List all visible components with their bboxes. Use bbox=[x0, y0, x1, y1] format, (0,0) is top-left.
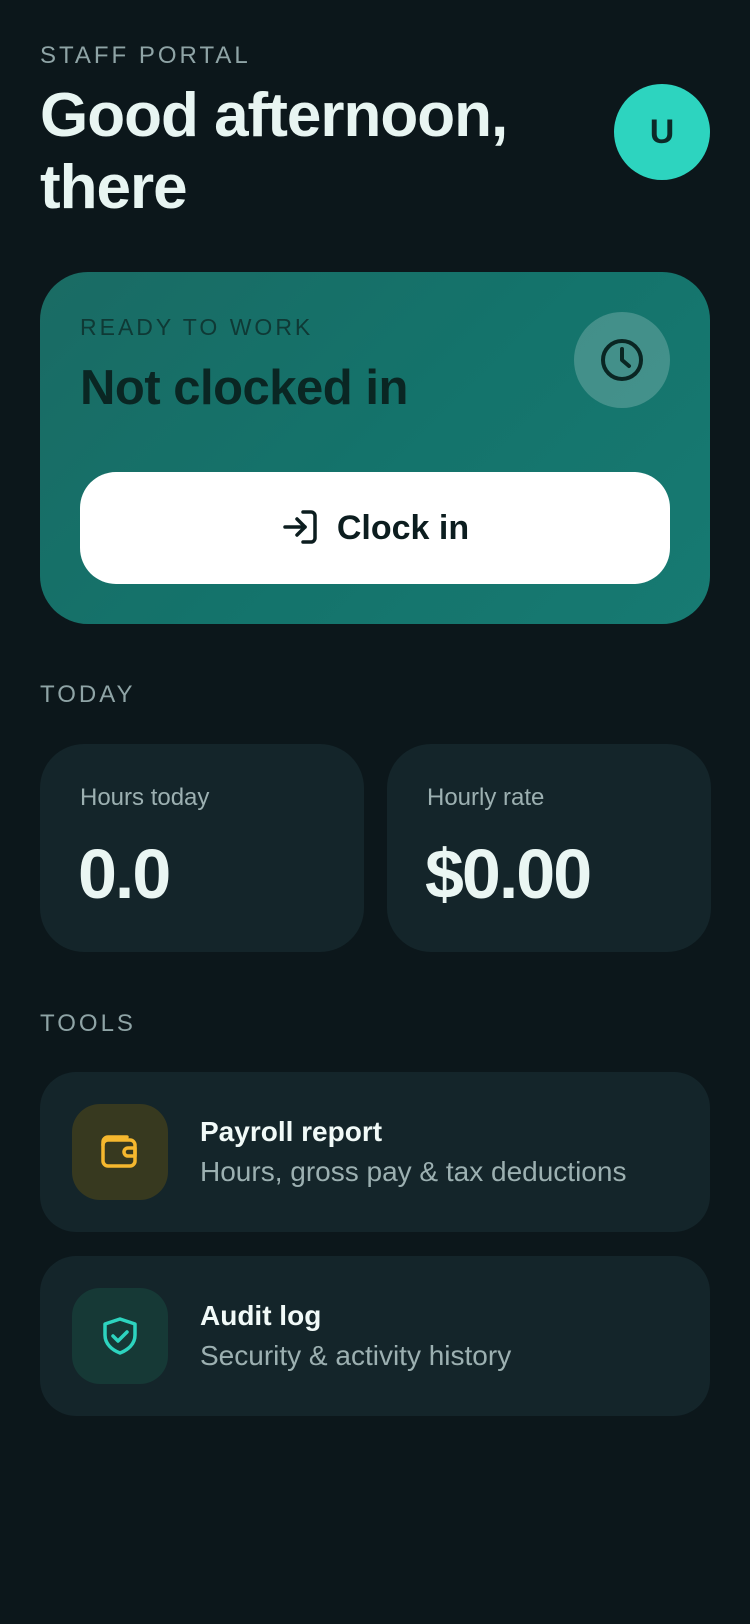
shield-check-icon bbox=[72, 1288, 168, 1384]
log-in-icon bbox=[281, 508, 319, 549]
staff-portal-screen: STAFF PORTAL Good afternoon, there U REA… bbox=[0, 0, 750, 1624]
wallet-icon bbox=[72, 1104, 168, 1200]
hourly-rate-label: Hourly rate bbox=[427, 784, 545, 811]
tools-section-label: TOOLS bbox=[40, 1010, 136, 1037]
greeting-title: Good afternoon, there bbox=[40, 81, 508, 222]
audit-log-card[interactable]: Audit log Security & activity history bbox=[40, 1256, 710, 1416]
portal-label: STAFF PORTAL bbox=[40, 42, 251, 69]
audit-log-title: Audit log bbox=[200, 1300, 322, 1331]
hourly-rate-card: Hourly rate $0.00 bbox=[387, 744, 711, 952]
clock-in-label: Clock in bbox=[336, 508, 470, 547]
hours-today-card: Hours today 0.0 bbox=[40, 744, 364, 952]
status-kicker: READY TO WORK bbox=[80, 314, 314, 340]
user-avatar[interactable]: U bbox=[614, 84, 710, 180]
payroll-report-card[interactable]: Payroll report Hours, gross pay & tax de… bbox=[40, 1072, 710, 1232]
payroll-report-subtitle: Hours, gross pay & tax deductions bbox=[200, 1156, 627, 1187]
clock-status-card: READY TO WORK Not clocked in Clock in bbox=[40, 272, 710, 624]
status-title: Not clocked in bbox=[80, 361, 408, 415]
clock-in-button[interactable]: Clock in bbox=[80, 472, 670, 584]
payroll-report-title: Payroll report bbox=[200, 1116, 383, 1147]
hourly-rate-value: $0.00 bbox=[425, 835, 592, 913]
clock-icon bbox=[574, 312, 670, 408]
hours-today-label: Hours today bbox=[80, 784, 210, 811]
today-section-label: TODAY bbox=[40, 681, 136, 708]
hours-today-value: 0.0 bbox=[78, 835, 171, 913]
audit-log-subtitle: Security & activity history bbox=[200, 1340, 512, 1371]
